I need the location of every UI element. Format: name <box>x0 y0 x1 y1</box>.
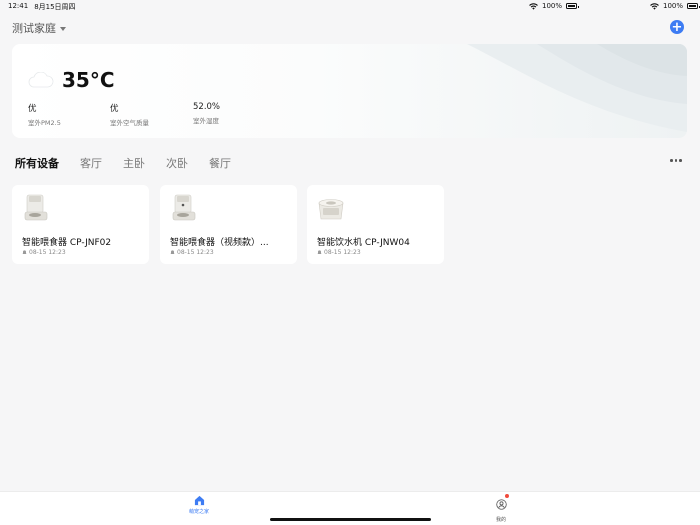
bell-icon <box>22 250 27 254</box>
nav-me[interactable]: 我的 <box>481 494 521 523</box>
temperature: 35°C <box>62 68 115 92</box>
status-date: 8月15日周四 <box>34 3 76 11</box>
caret-down-icon <box>60 26 66 31</box>
battery-percent: 100% <box>663 2 684 10</box>
notification-badge <box>504 494 509 498</box>
device-time-text: 08-15 12:23 <box>29 249 66 256</box>
nav-home[interactable]: 萌宠之家 <box>179 495 219 515</box>
pet-feeder-icon <box>172 194 196 221</box>
weather-card[interactable]: 35°C 优 室外PM2.5 优 室外空气质量 52.0% 室外湿度 <box>12 44 687 138</box>
tab-second-bedroom[interactable]: 次卧 <box>166 155 188 171</box>
user-icon <box>495 499 507 510</box>
add-device-button[interactable]: + <box>670 20 684 34</box>
device-name: 智能喂食器（视频款）... <box>170 238 269 248</box>
tab-dining-room[interactable]: 餐厅 <box>209 155 231 171</box>
device-time-text: 08-15 12:23 <box>324 249 361 256</box>
wifi-icon <box>650 2 659 10</box>
weather-card-decoration <box>467 44 687 132</box>
water-fountain-icon <box>318 199 344 220</box>
more-icon[interactable] <box>670 159 682 162</box>
home-indicator[interactable] <box>270 518 431 521</box>
stat-value: 优 <box>110 104 119 114</box>
bell-icon <box>170 250 175 254</box>
wifi-icon <box>529 2 538 10</box>
stat-value: 优 <box>28 104 37 114</box>
nav-me-label: 我的 <box>495 517 506 523</box>
tab-master-bedroom[interactable]: 主卧 <box>123 155 145 171</box>
device-card[interactable]: 智能喂食器（视频款）... 08-15 12:23 <box>160 185 297 264</box>
stat-humidity: 52.0% 室外湿度 <box>193 102 220 125</box>
stat-air-quality: 优 室外空气质量 <box>110 102 149 127</box>
plus-icon: + <box>671 19 683 35</box>
stat-label: 室外PM2.5 <box>28 119 61 127</box>
battery-icon <box>687 3 700 9</box>
device-time: 08-15 12:23 <box>22 249 66 256</box>
home-name: 测试家庭 <box>12 22 56 35</box>
home-selector[interactable]: 测试家庭 <box>12 20 66 36</box>
battery-icon <box>566 3 580 9</box>
pet-feeder-icon <box>24 194 48 221</box>
battery-percent: 100% <box>542 2 563 10</box>
device-card[interactable]: 智能喂食器 CP-JNF02 08-15 12:23 <box>12 185 149 264</box>
stat-value: 52.0% <box>193 102 221 112</box>
status-bar: 12:41 8月15日周四 100% 100% <box>0 0 700 12</box>
cloud-icon <box>28 72 54 88</box>
bell-icon <box>317 250 322 254</box>
device-name: 智能喂食器 CP-JNF02 <box>22 238 112 248</box>
status-time: 12:41 <box>8 2 29 10</box>
tab-all-devices[interactable]: 所有设备 <box>15 155 59 171</box>
room-tabs: 所有设备 客厅 主卧 次卧 餐厅 <box>15 155 252 171</box>
stat-label: 室外空气质量 <box>110 119 149 127</box>
device-card[interactable]: 智能饮水机 CP-JNW04 08-15 12:23 <box>307 185 444 264</box>
tab-living-room[interactable]: 客厅 <box>80 155 102 171</box>
stat-pm25: 优 室外PM2.5 <box>28 102 61 127</box>
device-time-text: 08-15 12:23 <box>177 249 214 256</box>
device-time: 08-15 12:23 <box>317 249 361 256</box>
device-name: 智能饮水机 CP-JNW04 <box>317 238 410 248</box>
home-icon <box>194 495 204 506</box>
stat-label: 室外湿度 <box>193 117 219 125</box>
device-time: 08-15 12:23 <box>170 249 214 256</box>
nav-home-label: 萌宠之家 <box>188 509 209 515</box>
